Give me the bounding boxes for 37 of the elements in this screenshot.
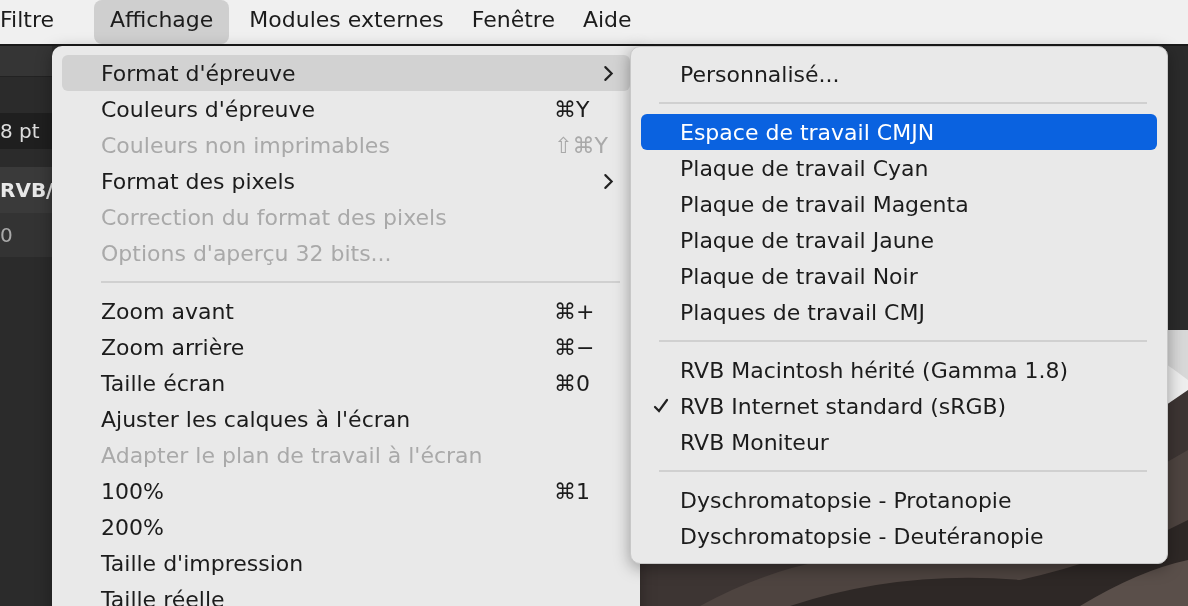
menu-title[interactable]: Filtre xyxy=(0,0,68,44)
shortcut: ⌘Y xyxy=(554,96,591,122)
menu-item[interactable]: Plaque de travail Cyan xyxy=(641,150,1157,186)
menu-item[interactable]: Personnalisé... xyxy=(641,56,1157,92)
shortcut: ⌘+ xyxy=(554,298,596,324)
menu-item[interactable]: Plaque de travail Noir xyxy=(641,258,1157,294)
menu-item[interactable]: Zoom arrière ⌘− xyxy=(62,329,630,365)
menu-item[interactable]: 100% ⌘1 xyxy=(62,473,630,509)
menu-item[interactable]: RVB Internet standard (sRGB) xyxy=(641,388,1157,424)
menu-title[interactable]: Aide xyxy=(568,0,646,44)
menu-item[interactable]: Plaque de travail Magenta xyxy=(641,186,1157,222)
menu-item[interactable]: Format d'épreuve xyxy=(62,55,630,91)
menu-item[interactable]: Dyschromatopsie - Deutéranopie xyxy=(641,518,1157,554)
menu-item[interactable]: Taille d'impression xyxy=(62,545,630,581)
menu-item[interactable]: Espace de travail CMJN xyxy=(641,114,1157,150)
menu-item[interactable]: 200% xyxy=(62,509,630,545)
menu-item[interactable]: Plaque de travail Jaune xyxy=(641,222,1157,258)
menu-item[interactable]: RVB Macintosh hérité (Gamma 1.8) xyxy=(641,352,1157,388)
shortcut: ⌘0 xyxy=(554,370,591,396)
menu-item[interactable]: Zoom avant ⌘+ xyxy=(62,293,630,329)
document-tab[interactable]: RVB/ xyxy=(0,167,52,213)
menu-title[interactable]: Fenêtre xyxy=(457,0,569,44)
shortcut: ⇧⌘Y xyxy=(554,132,609,158)
menu-title[interactable]: Affichage xyxy=(94,0,230,44)
menu-title[interactable]: Modules externes xyxy=(235,0,458,44)
menu-item[interactable]: Taille écran ⌘0 xyxy=(62,365,630,401)
shortcut: ⌘− xyxy=(554,334,596,360)
menu-item[interactable]: RVB Moniteur xyxy=(641,424,1157,460)
menu-item[interactable]: Taille réelle xyxy=(62,581,630,606)
menu-item[interactable]: Plaques de travail CMJ xyxy=(641,294,1157,330)
menu-item[interactable]: Format des pixels xyxy=(62,163,630,199)
menu-item[interactable]: Dyschromatopsie - Protanopie xyxy=(641,482,1157,518)
menu-item[interactable]: Couleurs d'épreuve ⌘Y xyxy=(62,91,630,127)
menu-item[interactable]: Ajuster les calques à l'écran xyxy=(62,401,630,437)
shortcut: ⌘1 xyxy=(554,478,591,504)
size-field[interactable]: 8 pt xyxy=(0,113,52,149)
ruler-mark: 0 xyxy=(0,223,13,247)
